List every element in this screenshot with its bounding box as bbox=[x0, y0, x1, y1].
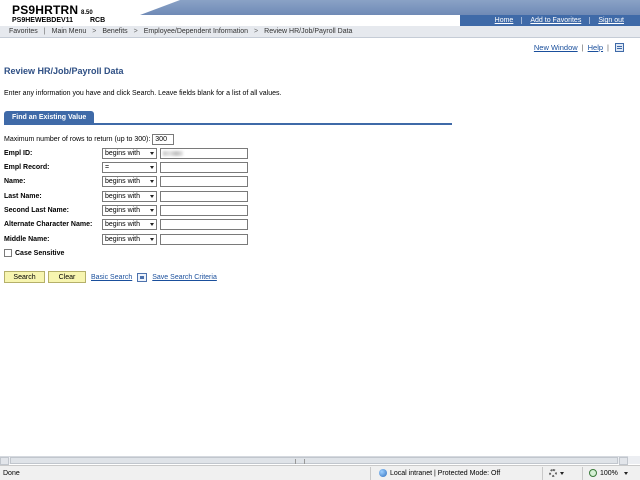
app-header: PS9HRTRN 8.50 PS9HEWEBDEV11 RCB Home Add… bbox=[0, 0, 640, 26]
zoom-level: 100% bbox=[600, 469, 618, 477]
chevron-down-icon bbox=[560, 471, 564, 475]
last-name-operator-select[interactable]: begins with bbox=[102, 190, 157, 202]
middle-name-label: Middle Name: bbox=[4, 235, 50, 243]
empl-record-input[interactable] bbox=[160, 161, 248, 173]
add-to-favorites-link[interactable]: Add to Favorites bbox=[521, 17, 589, 24]
alternate-character-name-input[interactable] bbox=[160, 218, 248, 230]
empl-record-operator-select[interactable]: = bbox=[102, 161, 157, 173]
scroll-left-icon[interactable] bbox=[0, 457, 9, 465]
home-link[interactable]: Home bbox=[487, 17, 522, 24]
middle-name-input[interactable] bbox=[160, 233, 248, 245]
customize-page-icon[interactable] bbox=[615, 43, 624, 52]
scrollbar-corner bbox=[628, 456, 640, 464]
link-separator: | bbox=[607, 43, 609, 52]
universal-navigation: Home Add to Favorites Sign out bbox=[460, 15, 640, 26]
chevron-down-icon bbox=[150, 165, 154, 169]
search-row-name: Name: begins with bbox=[4, 175, 248, 187]
chevron-down-icon bbox=[150, 151, 154, 155]
clear-button[interactable]: Clear bbox=[48, 271, 86, 283]
page-title: Review HR/Job/Payroll Data bbox=[4, 66, 124, 76]
name-label: Name: bbox=[4, 177, 26, 185]
chevron-down-icon bbox=[150, 194, 154, 198]
search-row-last-name: Last Name: begins with bbox=[4, 190, 248, 202]
second-last-name-operator-value: begins with bbox=[105, 206, 141, 214]
name-operator-select[interactable]: begins with bbox=[102, 175, 157, 187]
max-rows-label: Maximum number of rows to return (up to … bbox=[4, 136, 151, 143]
second-last-name-operator-select[interactable]: begins with bbox=[102, 204, 157, 216]
max-rows: Maximum number of rows to return (up to … bbox=[4, 134, 175, 145]
chevron-down-icon bbox=[150, 222, 154, 226]
empl-id-operator-value: begins with bbox=[105, 149, 141, 157]
chevron-down-icon bbox=[150, 179, 154, 183]
scrollbar-thumb[interactable] bbox=[10, 457, 618, 464]
last-name-label: Last Name: bbox=[4, 192, 42, 200]
alternate-character-name-label: Alternate Character Name: bbox=[4, 220, 93, 228]
chevron-down-icon bbox=[623, 471, 628, 475]
app-version: 8.50 bbox=[81, 10, 93, 16]
max-rows-input[interactable] bbox=[152, 134, 175, 145]
search-instructions: Enter any information you have and click… bbox=[4, 90, 282, 97]
empl-id-label: Empl ID: bbox=[4, 149, 33, 157]
scrollbar-grip bbox=[295, 459, 305, 464]
horizontal-scrollbar[interactable] bbox=[0, 456, 628, 465]
user-id: RCB bbox=[90, 17, 106, 24]
search-row-empl-id: Empl ID: begins with bbox=[4, 147, 248, 159]
nav-main-menu[interactable]: Main Menu bbox=[46, 28, 93, 35]
redacted-value bbox=[163, 150, 183, 156]
basic-search-link[interactable]: Basic Search bbox=[91, 274, 132, 281]
nav-benefits[interactable]: Benefits bbox=[96, 28, 133, 35]
last-name-input[interactable] bbox=[160, 190, 248, 202]
gear-icon bbox=[549, 469, 557, 477]
link-separator: | bbox=[581, 43, 584, 52]
case-sensitive-checkbox[interactable] bbox=[4, 249, 12, 257]
status-tools[interactable] bbox=[542, 466, 582, 480]
empl-record-operator-value: = bbox=[105, 163, 110, 171]
breadcrumb: Favorites | Main Menu > Benefits > Emplo… bbox=[0, 26, 640, 38]
security-zone[interactable]: Local intranet | Protected Mode: Off bbox=[370, 466, 542, 480]
chevron-down-icon bbox=[150, 208, 154, 212]
tab-divider bbox=[4, 123, 452, 125]
sign-out-link[interactable]: Sign out bbox=[589, 17, 632, 24]
empl-id-operator-select[interactable]: begins with bbox=[102, 147, 157, 159]
second-last-name-label: Second Last Name: bbox=[4, 206, 69, 214]
nav-review-hr-job-payroll-data[interactable]: Review HR/Job/Payroll Data bbox=[258, 28, 358, 35]
globe-icon bbox=[379, 469, 387, 477]
scroll-right-icon[interactable] bbox=[619, 457, 628, 465]
last-name-operator-value: begins with bbox=[105, 192, 141, 200]
second-last-name-input[interactable] bbox=[160, 204, 248, 216]
empl-record-label: Empl Record: bbox=[4, 163, 50, 171]
browser-status-bar: Done Local intranet | Protected Mode: Of… bbox=[0, 465, 640, 480]
zoom-icon bbox=[589, 469, 597, 477]
search-button[interactable]: Search bbox=[4, 271, 45, 283]
nav-favorites[interactable]: Favorites bbox=[3, 28, 44, 35]
middle-name-operator-value: begins with bbox=[105, 235, 141, 243]
save-search-icon[interactable] bbox=[137, 272, 148, 282]
app-name: PS9HRTRN bbox=[12, 3, 79, 17]
search-actions: Search Clear Basic Search Save Search Cr… bbox=[4, 271, 217, 283]
case-sensitive: Case Sensitive bbox=[4, 249, 64, 257]
search-row-second-last-name: Second Last Name: begins with bbox=[4, 204, 248, 216]
page-links: New Window | Help | bbox=[534, 43, 624, 52]
chevron-down-icon bbox=[150, 237, 154, 241]
save-search-criteria-link[interactable]: Save Search Criteria bbox=[152, 274, 217, 281]
name-input[interactable] bbox=[160, 175, 248, 187]
alternate-character-name-operator-value: begins with bbox=[105, 220, 141, 228]
case-sensitive-label: Case Sensitive bbox=[15, 249, 65, 257]
search-row-empl-record: Empl Record: = bbox=[4, 161, 248, 173]
status-text: Done bbox=[3, 469, 20, 477]
nav-employee-dependent-information[interactable]: Employee/Dependent Information bbox=[138, 28, 254, 35]
alternate-character-name-operator-select[interactable]: begins with bbox=[102, 218, 157, 230]
security-zone-label: Local intranet | Protected Mode: Off bbox=[390, 469, 501, 477]
server-name: PS9HEWEBDEV11 bbox=[12, 17, 74, 24]
header-band bbox=[140, 0, 640, 15]
search-row-middle-name: Middle Name: begins with bbox=[4, 233, 248, 245]
empl-id-input[interactable] bbox=[160, 147, 248, 159]
middle-name-operator-select[interactable]: begins with bbox=[102, 233, 157, 245]
name-operator-value: begins with bbox=[105, 177, 141, 185]
zoom-control[interactable]: 100% bbox=[582, 466, 628, 480]
help-link[interactable]: Help bbox=[588, 43, 603, 52]
new-window-link[interactable]: New Window bbox=[534, 43, 578, 52]
search-row-alternate-character-name: Alternate Character Name: begins with bbox=[4, 218, 248, 230]
